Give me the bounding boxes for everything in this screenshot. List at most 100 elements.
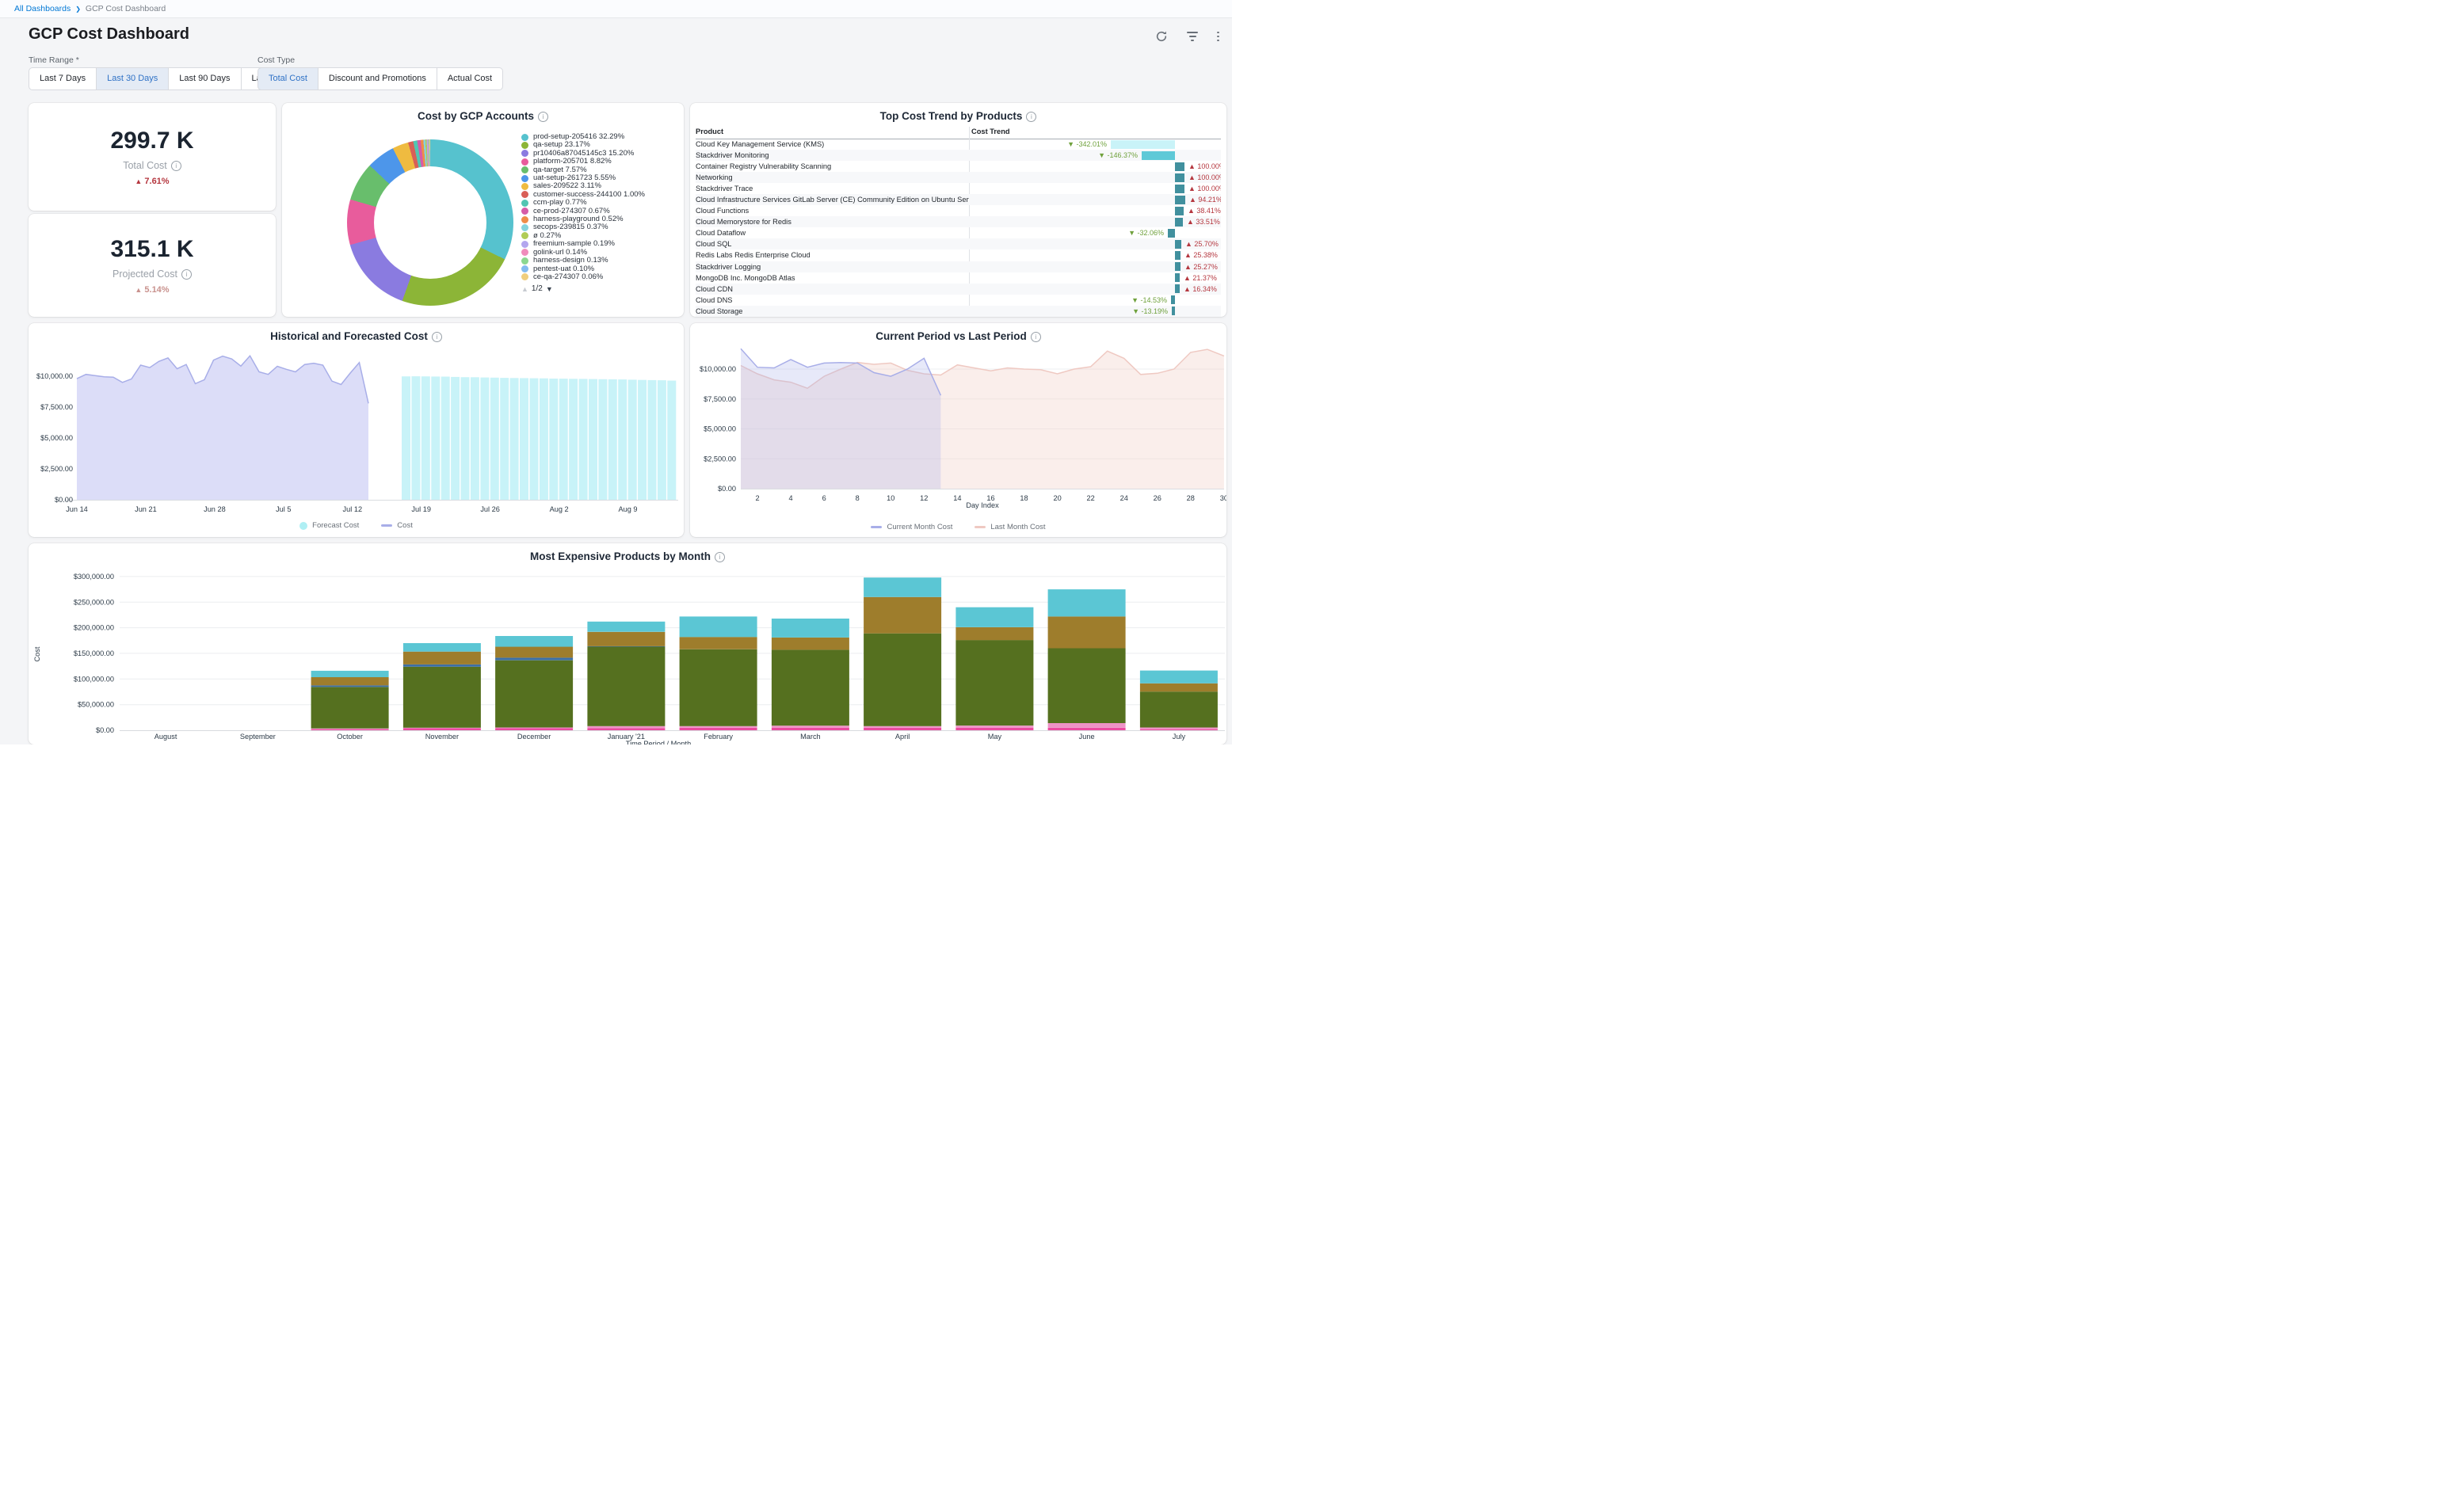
segment-dark-gold — [1140, 684, 1218, 691]
trend-bar — [1175, 218, 1183, 227]
donut-legend-item: harness-design 0.13% — [521, 257, 680, 265]
filter-icon[interactable] — [1187, 30, 1198, 43]
legend-dot-icon — [521, 150, 528, 157]
x-tick: Jun 14 — [66, 505, 88, 513]
info-icon[interactable] — [538, 112, 548, 122]
segment-pink — [680, 726, 757, 728]
legend-dot-icon — [521, 191, 528, 198]
breadcrumb-link-all-dashboards[interactable]: All Dashboards — [14, 4, 71, 13]
table-row: MongoDB Inc. MongoDB Atlas▲ 21.37% — [696, 272, 1221, 284]
cost-trend-cell: ▲ 16.34% — [969, 284, 1221, 295]
trend-value: ▲ 25.38% — [1184, 249, 1218, 261]
legend-dot-icon — [521, 216, 528, 223]
y-tick: $5,000.00 — [40, 434, 73, 442]
info-icon[interactable] — [181, 269, 192, 280]
legend-label: ce-qa-274307 0.06% — [533, 273, 680, 281]
trend-bar — [1175, 251, 1181, 260]
legend-dot-icon — [521, 142, 528, 149]
dashboard-actions — [1155, 30, 1219, 43]
segment-dark-gold — [864, 597, 941, 634]
pager-down-icon[interactable]: ▼ — [546, 285, 553, 293]
gcp-cost-dashboard-page: All Dashboards ❯ GCP Cost Dashboard GCP … — [0, 0, 1232, 744]
table-row: Stackdriver Monitoring▼ -146.37% — [696, 150, 1221, 161]
cost-trend-cell: ▲ 25.38% — [969, 249, 1221, 261]
info-icon[interactable] — [715, 552, 725, 562]
table-row: Cloud Infrastructure Services GitLab Ser… — [696, 194, 1221, 205]
time-range-option-last-90-days[interactable]: Last 90 Days — [168, 67, 241, 90]
cost-trend-cell: ▲ 25.27% — [969, 261, 1221, 272]
segment-magenta — [772, 728, 849, 730]
segment-cyan — [864, 577, 941, 597]
legend-dot-icon — [299, 522, 307, 530]
product-cell: Cloud SQL — [696, 238, 969, 249]
table-row: Stackdriver Trace▲ 100.00% — [696, 183, 1221, 194]
page-title: GCP Cost Dashboard — [29, 25, 189, 44]
info-icon[interactable] — [1031, 332, 1041, 342]
time-range-option-last-30-days[interactable]: Last 30 Days — [96, 67, 169, 90]
pager-up-icon[interactable]: ▲ — [521, 285, 528, 293]
x-tick: 14 — [953, 494, 961, 502]
legend-label: Cost — [397, 521, 413, 530]
time-range-label: Time Range * — [29, 55, 79, 65]
trend-value: ▲ 16.34% — [1184, 284, 1217, 295]
segment-olive-green — [495, 661, 573, 728]
time-range-option-last-7-days[interactable]: Last 7 Days — [29, 67, 97, 90]
cost-trend-cell: ▲ 21.37% — [969, 272, 1221, 284]
y-tick: $5,000.00 — [704, 425, 736, 433]
cost-type-option-discount-and-promotions[interactable]: Discount and Promotions — [318, 67, 437, 90]
kebab-menu-icon[interactable] — [1217, 30, 1219, 43]
segment-olive-green — [955, 640, 1033, 725]
trend-table-header: Product Cost Trend — [696, 127, 1221, 139]
segment-blue — [403, 665, 481, 667]
segment-dark-gold — [495, 647, 573, 658]
table-row: Cloud DNS▼ -14.53% — [696, 295, 1221, 306]
legend-item: Current Month Cost — [871, 523, 952, 531]
legend-line-icon — [871, 526, 882, 528]
cost-trend-cell: ▼ -342.01% — [969, 139, 1221, 150]
legend-dot-icon — [521, 208, 528, 215]
cost-type-option-total-cost[interactable]: Total Cost — [257, 67, 318, 90]
trend-bar — [1175, 196, 1185, 204]
cost-type-option-actual-cost[interactable]: Actual Cost — [437, 67, 503, 90]
segment-pink — [772, 725, 849, 728]
trend-bar — [1142, 151, 1175, 160]
x-tick: Jun 21 — [135, 505, 157, 513]
y-tick: $10,000.00 — [700, 365, 736, 373]
segment-magenta — [311, 729, 389, 730]
trend-value: ▼ -14.53% — [969, 295, 1167, 306]
legend-item: Cost — [381, 521, 413, 530]
legend-item: Last Month Cost — [975, 523, 1045, 531]
legend-dot-icon — [521, 166, 528, 173]
period-compare-chart: Day Index $10,000.00$7,500.00$5,000.00$2… — [690, 323, 1226, 518]
segment-dark-gold — [1048, 616, 1126, 648]
x-tick: Jul 5 — [276, 505, 291, 513]
segment-cyan — [311, 671, 389, 677]
info-icon[interactable] — [171, 161, 181, 171]
legend-line-icon — [381, 524, 392, 527]
segment-magenta — [864, 728, 941, 730]
y-tick: $250,000.00 — [74, 598, 114, 606]
x-tick: 6 — [822, 494, 826, 502]
cost-area — [77, 356, 368, 500]
total-cost-trend: ▲ 7.61% — [135, 177, 169, 186]
trend-value: ▼ -13.19% — [969, 306, 1168, 317]
legend-dot-icon — [521, 257, 528, 265]
historical-chart-legend: Forecast CostCost — [29, 521, 684, 530]
segment-olive-green — [587, 647, 665, 726]
cost-type-label: Cost Type — [257, 55, 295, 65]
legend-dot-icon — [521, 273, 528, 280]
segment-cyan — [495, 636, 573, 647]
stacked-bar-march — [772, 619, 849, 730]
x-tick: 16 — [986, 494, 994, 502]
trend-bar — [1168, 229, 1175, 238]
info-icon[interactable] — [432, 332, 442, 342]
info-icon[interactable] — [1026, 112, 1036, 122]
x-tick: 22 — [1086, 494, 1094, 502]
table-row: Cloud Functions▲ 38.41% — [696, 205, 1221, 216]
trend-value: ▲ 94.21% — [1189, 194, 1221, 205]
projected-cost-value: 315.1 K — [110, 236, 193, 263]
refresh-icon[interactable] — [1155, 30, 1168, 43]
forecast-bars — [402, 376, 676, 500]
donut-legend-pager: ▲1/2▼ — [521, 284, 680, 293]
trend-value: ▲ 100.00% — [1188, 172, 1221, 183]
